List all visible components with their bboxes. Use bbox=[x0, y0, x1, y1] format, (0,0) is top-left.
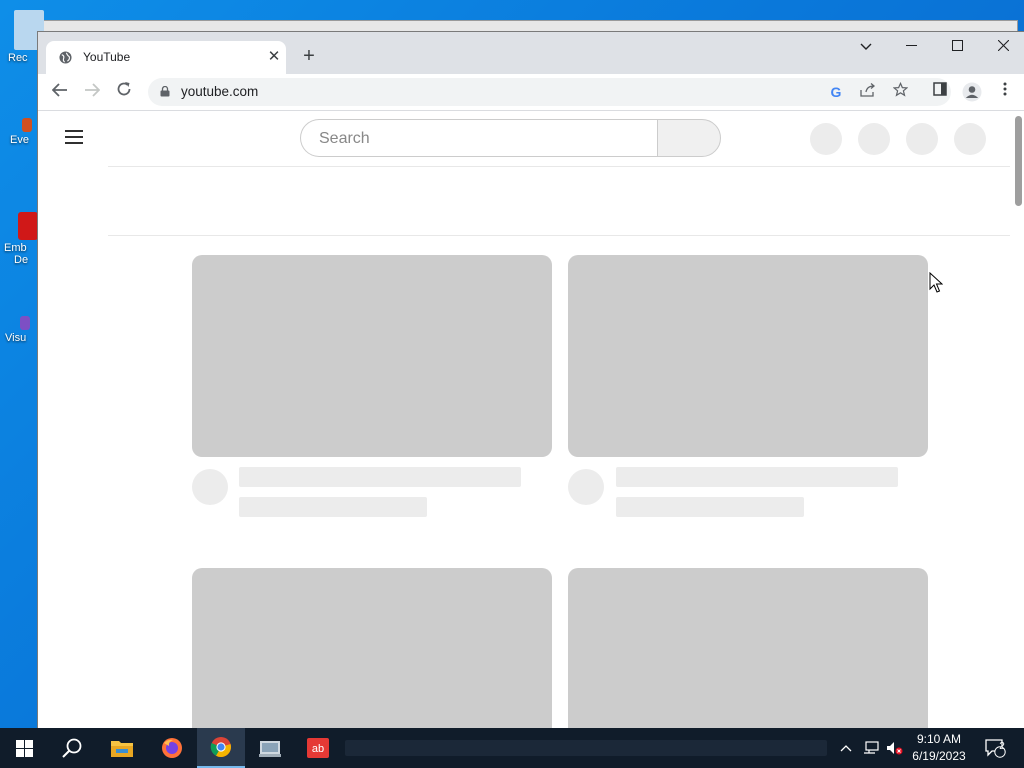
title-placeholder bbox=[616, 467, 898, 487]
divider bbox=[108, 235, 1010, 236]
header-placeholder-icon[interactable] bbox=[810, 123, 842, 155]
share-icon[interactable] bbox=[858, 82, 878, 102]
notification-center-icon[interactable]: 2 bbox=[980, 728, 1010, 768]
globe-icon bbox=[59, 51, 72, 64]
scrollbar-thumb[interactable] bbox=[1015, 116, 1022, 206]
desktop-icon-label: Rec bbox=[8, 52, 28, 64]
address-bar[interactable]: youtube.com G bbox=[148, 78, 951, 106]
browser-toolbar: youtube.com G bbox=[38, 74, 1024, 111]
mouse-cursor-icon bbox=[929, 272, 943, 293]
taskbar-clock[interactable]: 9:10 AM 6/19/2023 bbox=[905, 731, 973, 765]
search-icon[interactable] bbox=[48, 728, 96, 768]
lock-icon bbox=[160, 86, 170, 97]
maximize-icon[interactable] bbox=[934, 32, 980, 60]
abbyy-app-icon[interactable]: ab bbox=[294, 728, 342, 768]
firefox-icon[interactable] bbox=[148, 728, 196, 768]
notification-count: 2 bbox=[999, 741, 1005, 752]
chrome-window: YouTube ✕ + youtube.com G Search bbox=[37, 31, 1024, 729]
page-scrollbar[interactable] bbox=[1013, 111, 1024, 729]
divider bbox=[108, 166, 1010, 167]
tray-chevron-up-icon[interactable] bbox=[836, 728, 856, 768]
minimize-icon[interactable] bbox=[888, 32, 934, 60]
youtube-page bbox=[38, 111, 1024, 729]
reload-icon[interactable] bbox=[112, 80, 136, 104]
tab-youtube[interactable]: YouTube ✕ bbox=[46, 41, 286, 74]
hamburger-menu-icon[interactable] bbox=[65, 130, 83, 144]
desktop-icon-event[interactable]: Eve bbox=[0, 118, 40, 146]
video-thumbnail-placeholder[interactable] bbox=[192, 568, 552, 729]
desktop-icon-label: Eve bbox=[10, 134, 29, 146]
kebab-menu-icon[interactable] bbox=[995, 82, 1015, 102]
new-tab-plus-icon[interactable]: + bbox=[297, 45, 321, 69]
start-windows-icon[interactable] bbox=[0, 728, 48, 768]
desktop-icon-embedded[interactable]: Emb De bbox=[0, 212, 40, 266]
google-lens-icon[interactable]: G bbox=[826, 82, 846, 102]
clock-time: 9:10 AM bbox=[916, 732, 962, 746]
header-placeholder-icon[interactable] bbox=[906, 123, 938, 155]
search-button[interactable] bbox=[657, 119, 721, 157]
channel-avatar-placeholder bbox=[192, 469, 228, 505]
volume-muted-icon[interactable] bbox=[884, 728, 906, 768]
desktop-icon-label: Visu bbox=[5, 332, 27, 344]
search-box[interactable] bbox=[300, 119, 657, 157]
taskbar-empty-area bbox=[345, 740, 827, 756]
taskbar: ab 9:10 AM 6/19/2023 2 bbox=[0, 728, 1024, 768]
meta-placeholder bbox=[616, 497, 804, 517]
network-tray-icon[interactable] bbox=[860, 728, 882, 768]
profile-avatar-icon[interactable] bbox=[962, 82, 982, 102]
network-manager-icon[interactable] bbox=[246, 728, 294, 768]
clock-date: 6/19/2023 bbox=[912, 749, 966, 763]
title-placeholder bbox=[239, 467, 521, 487]
video-thumbnail-placeholder[interactable] bbox=[192, 255, 552, 457]
video-thumbnail-placeholder[interactable] bbox=[568, 255, 928, 457]
side-panel-icon[interactable] bbox=[930, 82, 950, 102]
desktop-icon-label: Emb bbox=[4, 242, 27, 254]
chrome-icon[interactable] bbox=[197, 728, 245, 768]
tab-close-icon[interactable]: ✕ bbox=[264, 47, 284, 67]
bookmark-star-icon[interactable] bbox=[890, 81, 910, 102]
channel-avatar-placeholder bbox=[568, 469, 604, 505]
header-placeholder-icon[interactable] bbox=[858, 123, 890, 155]
header-placeholder-icon[interactable] bbox=[954, 123, 986, 155]
visual-studio-icon bbox=[20, 316, 30, 330]
desktop-icon-recycle-bin[interactable]: Rec bbox=[0, 10, 44, 64]
video-thumbnail-placeholder[interactable] bbox=[568, 568, 928, 729]
close-window-icon[interactable] bbox=[980, 32, 1024, 60]
svg-text:ab: ab bbox=[312, 743, 324, 755]
file-explorer-icon[interactable] bbox=[98, 728, 146, 768]
desktop-icon-visual-studio[interactable]: Visu bbox=[0, 316, 40, 344]
address-url: youtube.com bbox=[181, 84, 259, 99]
back-arrow-icon[interactable] bbox=[48, 80, 72, 104]
embedded-app-icon bbox=[18, 212, 38, 240]
search-input[interactable] bbox=[317, 129, 641, 149]
event-app-icon bbox=[22, 118, 32, 132]
tab-title: YouTube bbox=[83, 50, 131, 64]
tab-search-chevron-icon[interactable] bbox=[843, 32, 889, 60]
forward-arrow-icon[interactable] bbox=[80, 80, 104, 104]
meta-placeholder bbox=[239, 497, 427, 517]
tab-strip: YouTube ✕ + bbox=[38, 32, 1024, 74]
